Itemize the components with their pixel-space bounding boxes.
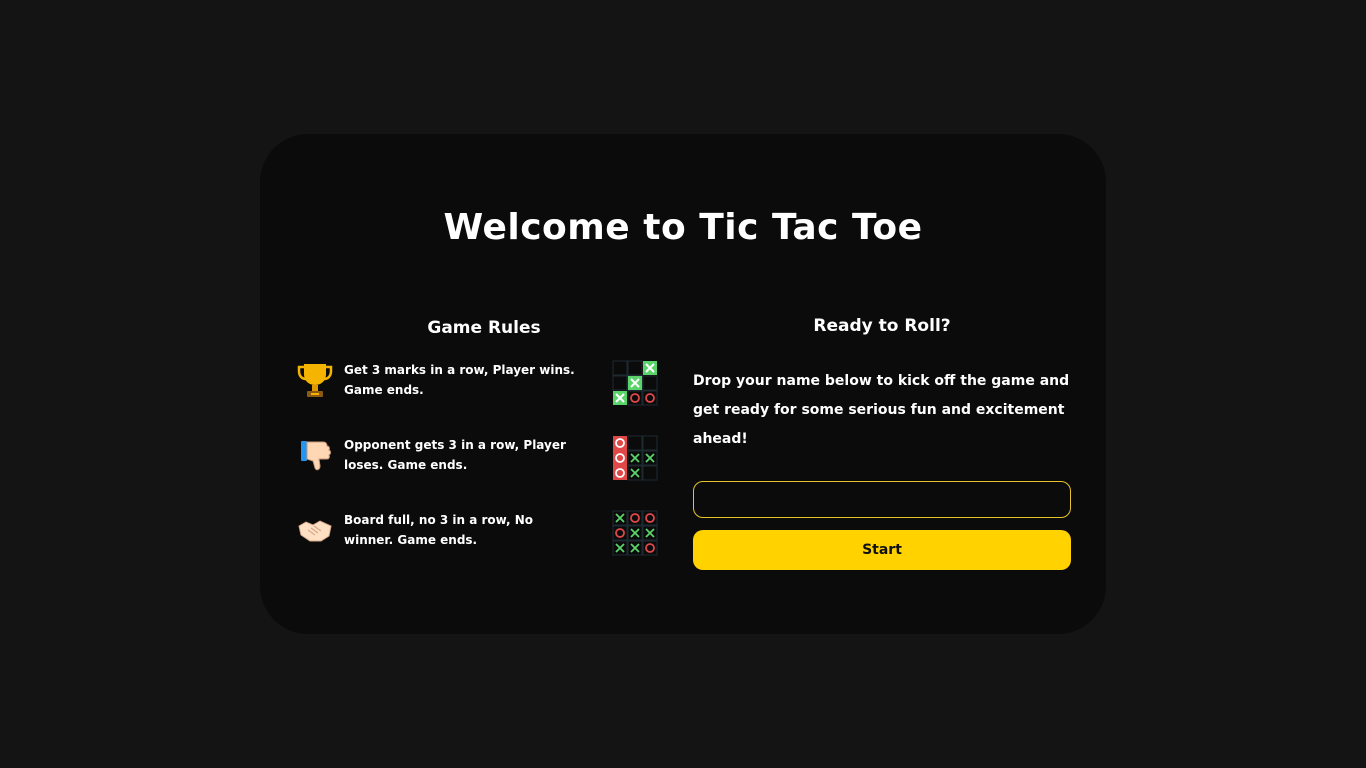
rules-heading: Game Rules <box>427 318 541 338</box>
mini-board-lose <box>612 435 658 481</box>
thumbs-down-icon <box>296 435 334 475</box>
rule-draw: Board full, no 3 in a row, No winner. Ga… <box>296 510 666 556</box>
ready-heading: Ready to Roll? <box>813 316 951 336</box>
rule-win: Get 3 marks in a row, Player wins. Game … <box>296 360 666 406</box>
rule-text: Get 3 marks in a row, Player wins. Game … <box>344 363 575 397</box>
trophy-icon <box>296 360 334 400</box>
rule-text: Opponent gets 3 in a row, Player loses. … <box>344 438 566 472</box>
rule-lose: Opponent gets 3 in a row, Player loses. … <box>296 435 666 481</box>
player-name-input[interactable] <box>693 481 1071 518</box>
page-title: Welcome to Tic Tac Toe <box>443 207 923 248</box>
handshake-icon <box>296 510 334 550</box>
ready-description: Drop your name below to kick off the gam… <box>693 373 1070 447</box>
mini-board-draw <box>612 510 658 556</box>
rule-text: Board full, no 3 in a row, No winner. Ga… <box>344 513 534 547</box>
mini-board-win <box>612 360 658 406</box>
start-button[interactable]: Start <box>693 530 1071 570</box>
